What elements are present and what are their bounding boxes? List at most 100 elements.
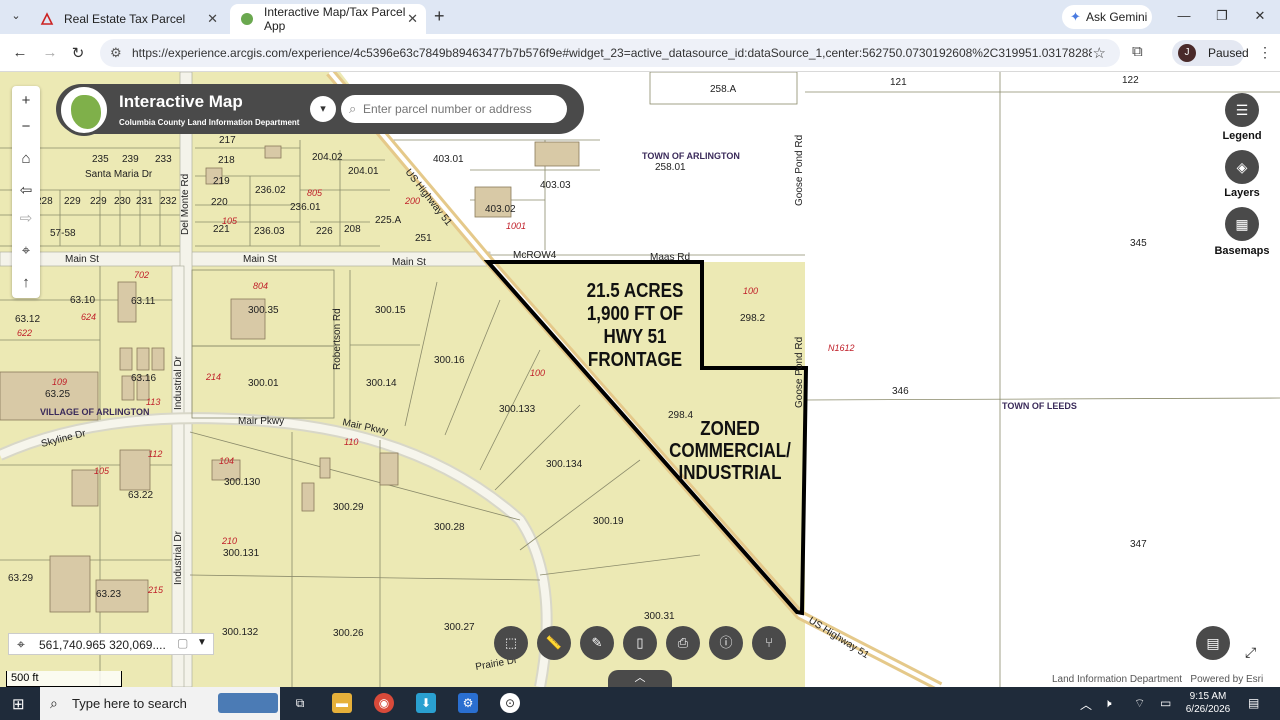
svg-text:624: 624 [81, 312, 96, 322]
tab-list-icon[interactable]: ⌄ [8, 9, 24, 25]
site-info-icon[interactable]: ⚙ [110, 45, 122, 61]
clock-date: 6/26/2026 [1185, 704, 1231, 715]
svg-text:300.01: 300.01 [248, 378, 279, 389]
svg-text:300.130: 300.130 [224, 477, 261, 488]
parcel-search[interactable]: ⌕ [341, 95, 567, 123]
svg-text:236.02: 236.02 [255, 185, 286, 196]
downloads-icon[interactable]: ⬇ [416, 693, 436, 713]
svg-text:TOWN OF ARLINGTON: TOWN OF ARLINGTON [642, 151, 740, 161]
chevron-up-icon[interactable]: ︿ [608, 670, 672, 687]
svg-text:TOWN OF LEEDS: TOWN OF LEEDS [1002, 401, 1077, 411]
svg-text:232: 232 [160, 196, 177, 207]
parcel-map-canvas: 258.A 121 122 403.01 403.03 403.02 204.02 204… [0, 72, 1280, 687]
bookmark-star-icon[interactable]: ☆ [1093, 44, 1106, 62]
svg-text:210: 210 [221, 536, 237, 546]
info-icon[interactable]: ⓘ [709, 626, 743, 660]
locate-icon[interactable]: ⌖ [12, 236, 40, 266]
minimize-icon[interactable]: — [1174, 8, 1194, 23]
chevron-down-icon[interactable]: ▼ [197, 637, 207, 648]
zoom-out-icon[interactable]: − [12, 112, 40, 142]
compass-icon[interactable]: ↑ [12, 268, 40, 298]
coordinate-readout[interactable]: ⌖ 561,740.965 320,069.... ▢ ▼ [8, 633, 214, 655]
close-window-icon[interactable]: ✕ [1250, 8, 1270, 24]
legend-icon[interactable]: ☰ [1225, 93, 1259, 127]
svg-text:Main St: Main St [392, 257, 426, 268]
copy-icon[interactable]: ▢ [177, 636, 188, 650]
map-view[interactable]: 258.A 121 122 403.01 403.03 403.02 204.02 204… [0, 72, 1280, 687]
acres-line-1: 21.5 ACRES [586, 280, 684, 302]
notifications-icon[interactable]: ▤ [1248, 696, 1259, 710]
attribution-esri[interactable]: Powered by Esri [1190, 674, 1263, 685]
search-icon: ⌕ [50, 695, 58, 711]
next-extent-icon[interactable]: ⇨ [12, 204, 40, 234]
select-icon[interactable]: ⬚ [494, 626, 528, 660]
previous-extent-icon[interactable]: ⇦ [12, 176, 40, 206]
svg-text:100: 100 [530, 368, 545, 378]
tray-chevron-icon[interactable]: ︿ [1080, 696, 1092, 713]
gemini-icon: ✦ [1070, 9, 1081, 24]
reload-icon[interactable]: ↻ [68, 44, 88, 62]
back-icon[interactable]: ← [10, 44, 30, 61]
svg-text:230: 230 [114, 196, 131, 207]
search-input[interactable] [363, 99, 561, 119]
bookmark-icon[interactable]: ▯ [623, 626, 657, 660]
svg-text:63.16: 63.16 [131, 373, 156, 384]
windows-start-icon[interactable]: ⊞ [12, 695, 25, 713]
svg-text:Goose Pond Rd: Goose Pond Rd [794, 135, 805, 206]
map-favicon-icon [240, 12, 254, 26]
svg-text:100: 100 [743, 286, 758, 296]
fullscreen-icon[interactable]: ⤢ [1245, 644, 1256, 661]
wifi-icon[interactable]: ⌔ [1134, 696, 1145, 711]
basemaps-label: Basemaps [1214, 245, 1270, 257]
more-menu-icon[interactable]: ⋮ [1258, 44, 1272, 61]
profile-button[interactable]: J Paused [1172, 40, 1249, 66]
chevron-down-icon[interactable]: ▾ [310, 96, 336, 122]
tab-real-estate[interactable]: Real Estate Tax Parcel ✕ [30, 4, 226, 34]
chrome-icon[interactable]: ◉ [374, 693, 394, 713]
tab-interactive-map[interactable]: Interactive Map/Tax Parcel App ✕ [230, 4, 426, 34]
maximize-icon[interactable]: ❐ [1212, 8, 1232, 24]
svg-text:Main St: Main St [65, 254, 99, 265]
county-logo [58, 84, 110, 136]
svg-text:220: 220 [211, 197, 228, 208]
share-icon[interactable]: ⑂ [752, 626, 786, 660]
new-tab-icon[interactable]: + [434, 6, 445, 27]
draw-icon[interactable]: ✎ [580, 626, 614, 660]
monitor-icon[interactable]: ▭ [1160, 696, 1171, 710]
svg-text:217: 217 [219, 135, 236, 146]
svg-text:235: 235 [92, 154, 109, 165]
svg-text:122: 122 [1122, 75, 1139, 86]
app-icon[interactable]: ⚙ [458, 693, 478, 713]
svg-text:63.12: 63.12 [15, 314, 40, 325]
print-icon[interactable]: ⎙ [666, 626, 700, 660]
svg-text:63.11: 63.11 [131, 296, 156, 307]
extensions-icon[interactable]: ⧉ [1132, 43, 1143, 60]
svg-text:121: 121 [890, 77, 907, 88]
svg-text:VILLAGE OF ARLINGTON: VILLAGE OF ARLINGTON [40, 407, 150, 417]
app-circle-icon[interactable]: ⊙ [500, 693, 520, 713]
news-widget-icon[interactable] [218, 693, 278, 713]
url-text[interactable]: https://experience.arcgis.com/experience… [132, 46, 1092, 60]
task-view-icon[interactable]: ⧉ [290, 693, 310, 713]
svg-text:298.2: 298.2 [740, 313, 765, 324]
home-icon[interactable]: ⌂ [12, 144, 40, 174]
system-clock[interactable]: 9:15 AM 6/26/2026 [1180, 690, 1236, 716]
attribute-table-icon[interactable]: ▤ [1196, 626, 1230, 660]
ask-gemini-button[interactable]: ✦ Ask Gemini [1062, 5, 1152, 29]
layers-icon[interactable]: ◈ [1225, 150, 1259, 184]
forward-icon[interactable]: → [40, 44, 60, 61]
address-bar[interactable]: ⚙ https://experience.arcgis.com/experien… [100, 39, 1120, 67]
svg-text:Mair Pkwy: Mair Pkwy [238, 416, 284, 427]
app-title: Interactive Map [119, 92, 243, 111]
close-tab-icon[interactable]: ✕ [407, 11, 418, 27]
svg-text:300.26: 300.26 [333, 628, 364, 639]
file-explorer-icon[interactable]: ▬ [332, 693, 352, 713]
avatar: J [1178, 44, 1196, 62]
basemaps-icon[interactable]: ▦ [1225, 207, 1259, 241]
svg-text:231: 231 [136, 196, 153, 207]
volume-icon[interactable]: 🕨 [1104, 696, 1112, 711]
attribution: Land Information Department Powered by E… [1052, 674, 1263, 685]
close-tab-icon[interactable]: ✕ [207, 11, 218, 27]
measure-icon[interactable]: 📏 [537, 626, 571, 660]
ask-gemini-label: Ask Gemini [1086, 10, 1148, 24]
